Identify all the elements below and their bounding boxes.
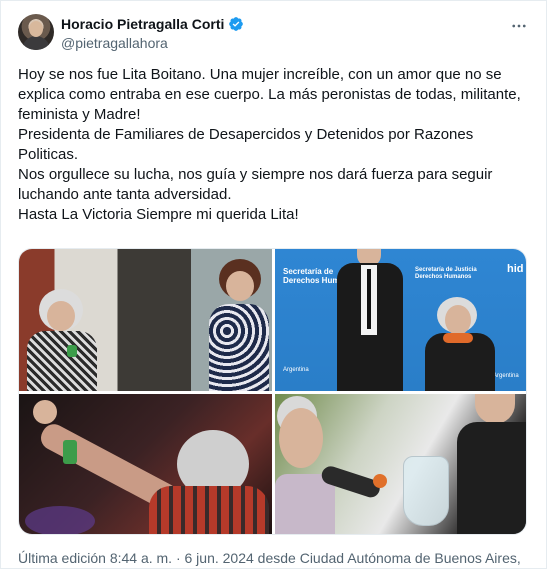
- photo1-green-scarf: [67, 345, 77, 357]
- tweet-paragraph-3: Nos orgullece su lucha, nos guía y siemp…: [18, 166, 493, 203]
- photo4-mic-band: [373, 474, 387, 488]
- author-avatar[interactable]: [18, 14, 54, 50]
- photo3-shirt: [149, 486, 269, 534]
- photo-grid: Secretaría de Derechos Humanos Secretarí…: [18, 248, 527, 535]
- photo-3[interactable]: [19, 394, 272, 534]
- avatar-face: [29, 21, 43, 37]
- tweet-card: Horacio Pietragalla Corti @pietragallaho…: [0, 0, 547, 569]
- tweet-text: Hoy se nos fue Lita Boitano. Una mujer i…: [18, 65, 530, 225]
- more-options-icon[interactable]: [507, 14, 531, 38]
- photo2-logo-left: Argentina: [283, 367, 309, 373]
- tweet-footer: Última edición 8:44 a. m. · 6 jun. 2024 …: [18, 550, 521, 566]
- photo4-elder-face: [279, 408, 323, 468]
- tweet-paragraph-2: Presidenta de Familiares de Desapercidos…: [18, 126, 474, 163]
- photo2-banner-right: Secretaría de Justicia Derechos Humanos: [415, 267, 477, 280]
- tweet-paragraph-4: Hasta La Victoria Siempre mi querida Lit…: [18, 206, 299, 223]
- photo-1[interactable]: [19, 249, 272, 391]
- photo3-purple-light: [25, 506, 95, 534]
- photo1-face-elder: [47, 301, 75, 331]
- photo2-orange-scarf: [443, 333, 473, 343]
- ellipsis-icon: [512, 24, 526, 28]
- tweet-paragraph-1: Hoy se nos fue Lita Boitano. Una mujer i…: [18, 66, 521, 123]
- avatar-body: [22, 36, 50, 50]
- author-name-row[interactable]: Horacio Pietragalla Corti: [61, 16, 244, 32]
- photo2-man-tie: [367, 269, 371, 329]
- photo-2[interactable]: Secretaría de Derechos Humanos Secretarí…: [275, 249, 526, 391]
- photo4-man-face: [475, 394, 515, 424]
- photo4-glass: [403, 456, 449, 526]
- verified-badge-icon: [229, 17, 244, 31]
- photo3-raised-hand: [33, 400, 57, 424]
- author-handle[interactable]: @pietragallahora: [61, 35, 168, 51]
- photo2-logo-right: Argentina: [493, 373, 519, 379]
- photo2-corner-text: hid: [507, 263, 524, 275]
- photo1-face-woman: [226, 271, 254, 301]
- photo3-green-scarf: [63, 440, 77, 464]
- photo1-dress: [209, 304, 269, 391]
- photo4-man-shirt: [457, 422, 526, 534]
- author-name[interactable]: Horacio Pietragalla Corti: [61, 16, 224, 32]
- photo2-elder-face: [445, 305, 471, 335]
- photo1-jacket: [27, 331, 97, 391]
- photo-4[interactable]: [275, 394, 526, 534]
